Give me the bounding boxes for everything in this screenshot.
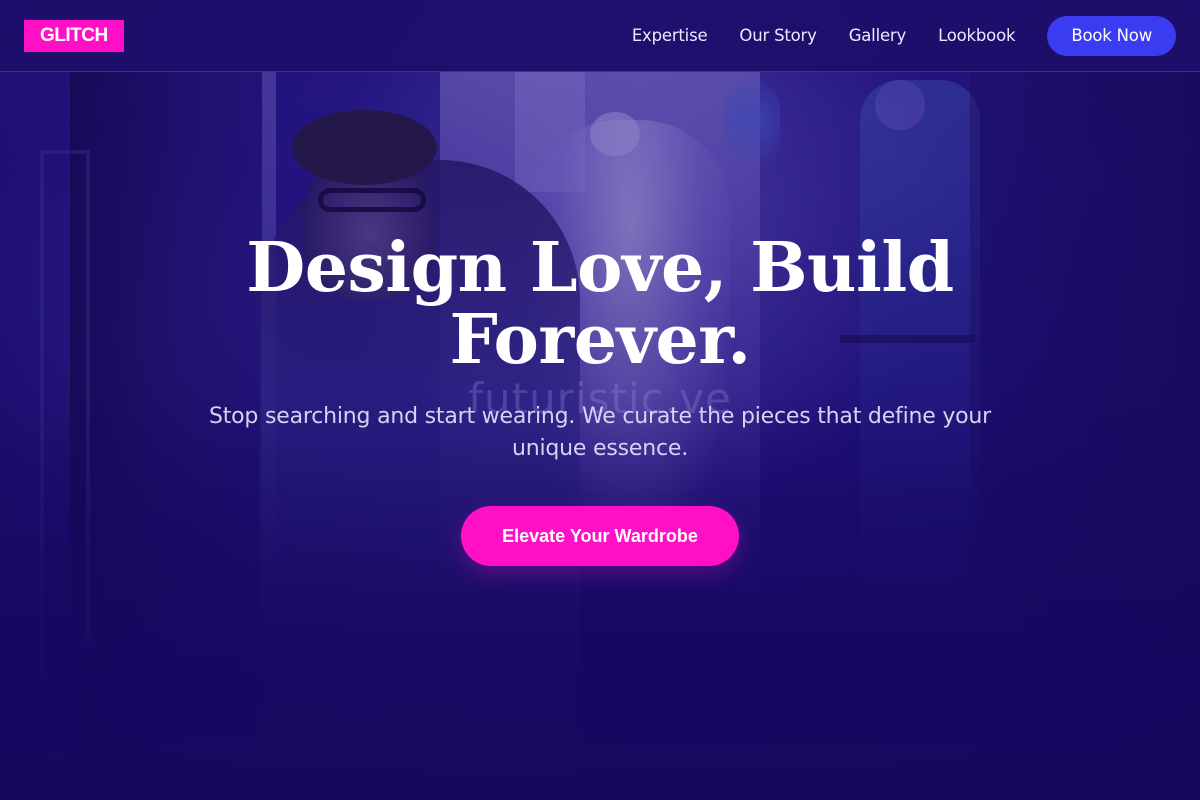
nav-menu: Expertise Our Story Gallery Lookbook Boo… [632,15,1176,56]
book-now-button[interactable]: Book Now [1047,15,1176,56]
top-navbar: GLITCH Expertise Our Story Gallery Lookb… [0,0,1200,72]
nav-link-lookbook[interactable]: Lookbook [938,26,1015,45]
nav-link-expertise[interactable]: Expertise [632,26,708,45]
elevate-wardrobe-button[interactable]: Elevate Your Wardrobe [461,506,739,566]
brand-logo[interactable]: GLITCH [24,19,124,52]
landing-page: GLITCH Expertise Our Story Gallery Lookb… [0,0,1200,800]
hero-section: futuristic.ve Design Love, Build Forever… [0,72,1200,800]
nav-link-our-story[interactable]: Our Story [739,26,816,45]
nav-link-gallery[interactable]: Gallery [849,26,907,45]
hero-subtitle: Stop searching and start wearing. We cur… [208,404,992,461]
hero-headline: Design Love, Build Forever. [246,228,954,380]
